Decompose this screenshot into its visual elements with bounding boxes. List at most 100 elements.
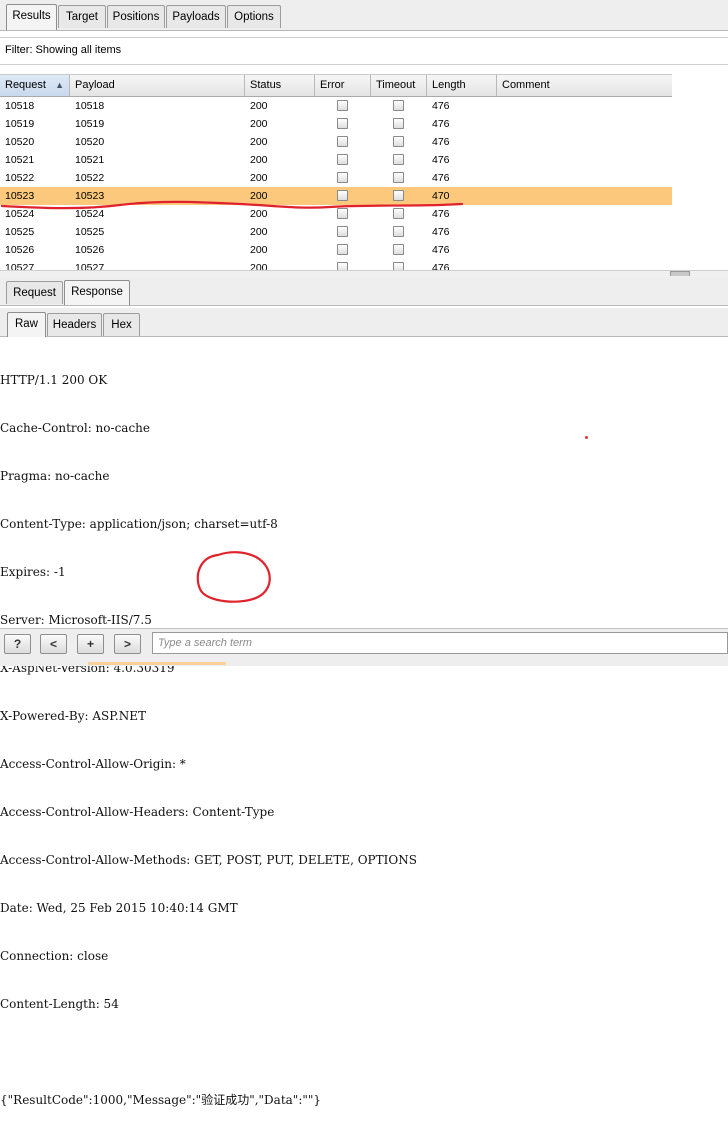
table-header: Request ▲ Payload Status Error Timeout L…: [0, 74, 672, 97]
help-button[interactable]: ?: [4, 634, 31, 654]
response-json-line: {"ResultCode":1000,"Message":"验证成功","Dat…: [0, 1093, 322, 1107]
response-line: Expires: -1: [0, 565, 66, 579]
table-row[interactable]: 10525 10525 200 476: [0, 223, 672, 241]
tab-hex[interactable]: Hex: [103, 313, 140, 336]
cell-request: 10520: [5, 136, 35, 148]
column-header-request[interactable]: Request ▲: [0, 75, 70, 96]
filter-bar[interactable]: Filter: Showing all items: [0, 37, 728, 65]
cell-payload: 10525: [75, 226, 105, 238]
tab-results[interactable]: Results: [6, 4, 57, 30]
cell-payload: 10520: [75, 136, 105, 148]
table-row[interactable]: 10520 10520 200 476: [0, 133, 672, 151]
error-checkbox[interactable]: [337, 118, 348, 129]
response-line: Content-Type: application/json; charset=…: [0, 517, 278, 531]
cell-length: 476: [432, 100, 450, 112]
cell-length: 476: [432, 118, 450, 130]
cell-request: 10525: [5, 226, 35, 238]
table-row[interactable]: 10518 10518 200 476: [0, 97, 672, 115]
cell-status: 200: [250, 100, 268, 112]
request-response-tab-bar: Request Response: [0, 277, 728, 306]
cell-length: 476: [432, 154, 450, 166]
search-bar: ? < + >: [0, 628, 728, 666]
tab-headers[interactable]: Headers: [47, 313, 102, 336]
timeout-checkbox[interactable]: [393, 172, 404, 183]
cell-request: 10522: [5, 172, 35, 184]
add-button[interactable]: +: [77, 634, 104, 654]
response-line: HTTP/1.1 200 OK: [0, 373, 108, 387]
cell-status: 200: [250, 172, 268, 184]
cell-length: 476: [432, 226, 450, 238]
error-checkbox[interactable]: [337, 172, 348, 183]
view-tab-bar: Raw Headers Hex: [0, 308, 728, 337]
response-line: Access-Control-Allow-Headers: Content-Ty…: [0, 805, 275, 819]
main-tab-bar: Results Target Positions Payloads Option…: [0, 0, 728, 31]
error-checkbox[interactable]: [337, 100, 348, 111]
cell-length: 476: [432, 172, 450, 184]
cell-request: 10526: [5, 244, 35, 256]
cell-status: 200: [250, 118, 268, 130]
timeout-checkbox[interactable]: [393, 226, 404, 237]
next-button[interactable]: >: [114, 634, 141, 654]
response-line: Access-Control-Allow-Methods: GET, POST,…: [0, 853, 417, 867]
error-checkbox[interactable]: [337, 136, 348, 147]
response-line: Date: Wed, 25 Feb 2015 10:40:14 GMT: [0, 901, 238, 915]
column-header-timeout[interactable]: Timeout: [371, 75, 427, 96]
timeout-checkbox[interactable]: [393, 136, 404, 147]
tab-options[interactable]: Options: [227, 5, 281, 28]
error-checkbox[interactable]: [337, 226, 348, 237]
cell-payload: 10519: [75, 118, 105, 130]
timeout-checkbox[interactable]: [393, 244, 404, 255]
cell-status: 200: [250, 136, 268, 148]
results-table: Request ▲ Payload Status Error Timeout L…: [0, 73, 728, 271]
response-line: Content-Length: 54: [0, 997, 119, 1011]
red-circle-annotation: [196, 551, 271, 603]
timeout-checkbox[interactable]: [393, 100, 404, 111]
column-header-payload[interactable]: Payload: [70, 75, 245, 96]
response-line: Connection: close: [0, 949, 109, 963]
horizontal-scrollbar[interactable]: [0, 270, 728, 277]
error-checkbox[interactable]: [337, 154, 348, 165]
table-row[interactable]: 10526 10526 200 476: [0, 241, 672, 259]
error-checkbox[interactable]: [337, 244, 348, 255]
cell-status: 200: [250, 226, 268, 238]
tab-positions[interactable]: Positions: [107, 5, 165, 28]
cell-request: 10518: [5, 100, 35, 112]
tab-raw[interactable]: Raw: [7, 312, 46, 337]
red-underline-annotation: [0, 200, 464, 210]
sort-ascending-icon: ▲: [55, 80, 64, 90]
tab-payloads[interactable]: Payloads: [166, 5, 226, 28]
response-line: Access-Control-Allow-Origin: *: [0, 757, 186, 771]
table-body: 10518 10518 200 476 10519 10519 200 476 10520 105…: [0, 97, 672, 271]
table-row[interactable]: 10522 10522 200 476: [0, 169, 672, 187]
cell-payload: 10526: [75, 244, 105, 256]
timeout-checkbox[interactable]: [393, 118, 404, 129]
column-header-status[interactable]: Status: [245, 75, 315, 96]
cell-request: 10521: [5, 154, 35, 166]
cell-length: 476: [432, 136, 450, 148]
tab-response[interactable]: Response: [64, 280, 130, 305]
timeout-checkbox[interactable]: [393, 154, 404, 165]
cell-payload: 10518: [75, 100, 105, 112]
scrollbar-thumb[interactable]: [670, 271, 690, 276]
cell-payload: 10522: [75, 172, 105, 184]
response-line: [0, 1044, 728, 1060]
response-line: Server: Microsoft-IIS/7.5: [0, 613, 152, 627]
column-header-length[interactable]: Length: [427, 75, 497, 96]
red-dot-annotation: [585, 436, 588, 439]
table-row[interactable]: 10519 10519 200 476: [0, 115, 672, 133]
search-input[interactable]: [152, 632, 728, 654]
cell-status: 200: [250, 244, 268, 256]
column-header-error[interactable]: Error: [315, 75, 371, 96]
cell-payload: 10521: [75, 154, 105, 166]
table-row[interactable]: 10521 10521 200 476: [0, 151, 672, 169]
previous-button[interactable]: <: [40, 634, 67, 654]
response-text-area[interactable]: HTTP/1.1 200 OK Cache-Control: no-cache …: [0, 340, 728, 1107]
tab-target[interactable]: Target: [58, 5, 106, 28]
cell-length: 476: [432, 244, 450, 256]
column-header-comment[interactable]: Comment: [497, 75, 672, 96]
tab-request[interactable]: Request: [6, 281, 63, 304]
cell-request: 10519: [5, 118, 35, 130]
response-line: Cache-Control: no-cache: [0, 421, 150, 435]
filter-label: Filter: Showing all items: [5, 44, 122, 56]
cell-status: 200: [250, 154, 268, 166]
